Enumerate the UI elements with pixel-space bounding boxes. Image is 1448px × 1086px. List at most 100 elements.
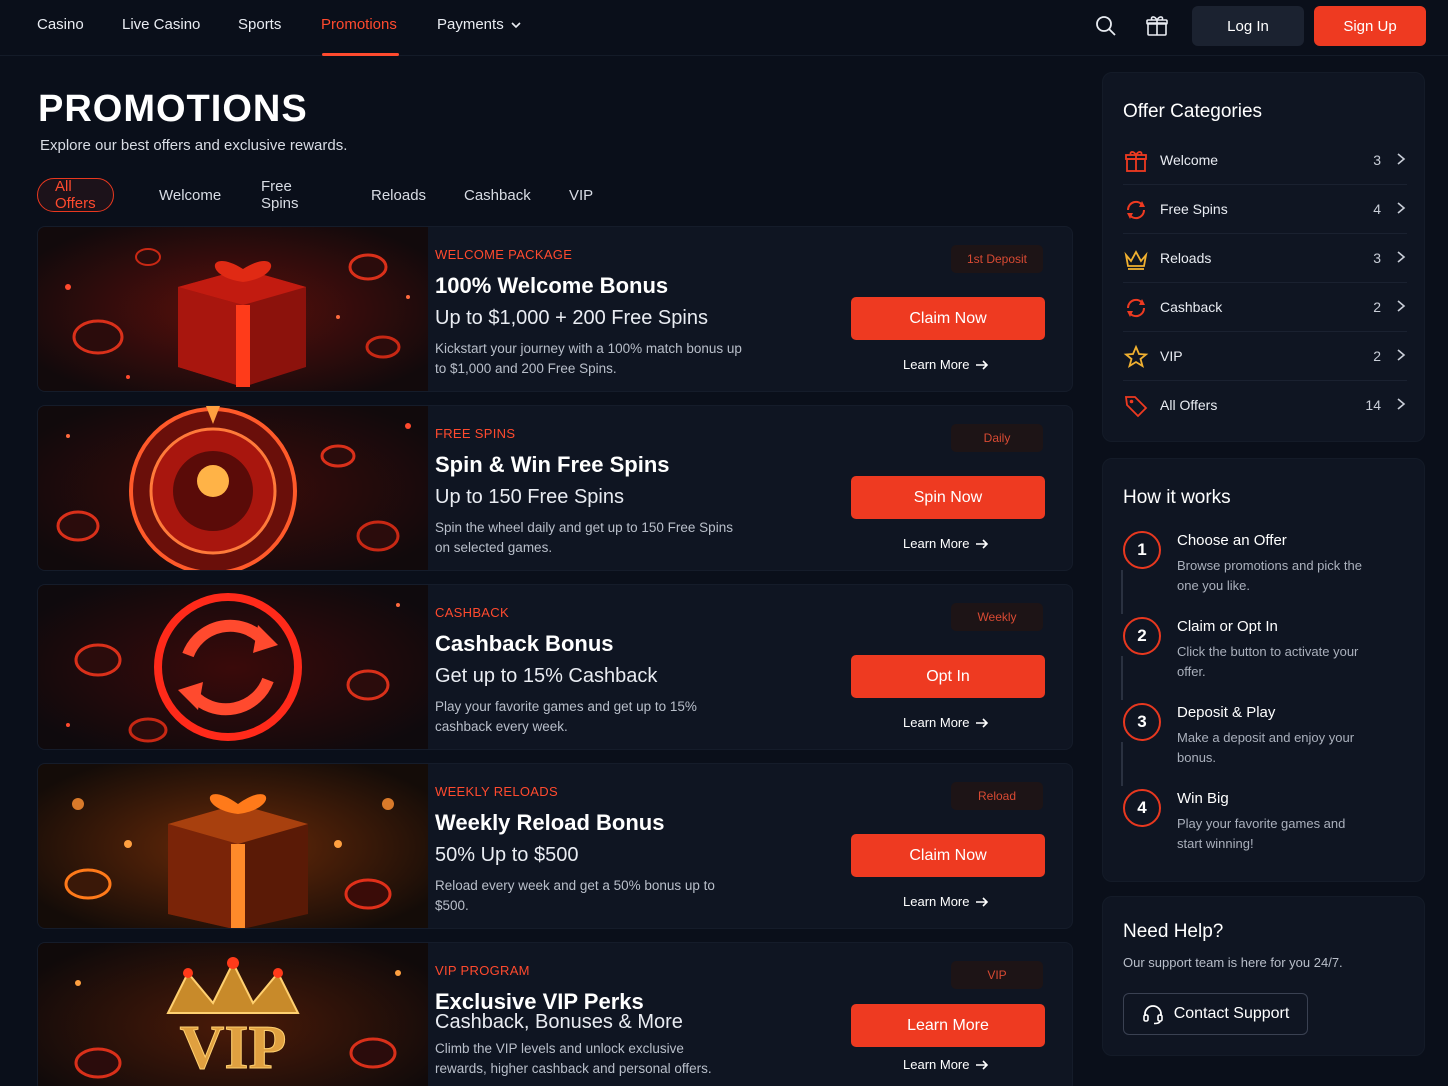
category-label: All Offers	[1160, 397, 1218, 413]
promo-description: Climb the VIP levels and unlock exclusiv…	[435, 1041, 712, 1076]
promo-image-gift-box	[38, 227, 428, 391]
learn-more-button[interactable]: Learn More	[851, 1004, 1045, 1047]
promo-title: Cashback Bonus	[435, 631, 614, 656]
contact-support-label: Contact Support	[1173, 1005, 1290, 1022]
promo-title: Spin & Win Free Spins	[435, 452, 670, 477]
learn-more-link[interactable]: Learn More	[903, 357, 989, 372]
promo-subtitle: Up to 150 Free Spins	[435, 486, 624, 508]
opt-in-button[interactable]: Opt In	[851, 655, 1045, 698]
svg-text:VIP: VIP	[180, 1014, 287, 1082]
signup-button[interactable]: Sign Up	[1314, 6, 1426, 46]
category-free-spins[interactable]: Free Spins 4	[1123, 185, 1407, 234]
nav-live-casino[interactable]: Live Casino	[122, 16, 200, 33]
tag-icon	[1124, 396, 1148, 418]
category-cashback[interactable]: Cashback 2	[1123, 283, 1407, 332]
learn-more-link[interactable]: Learn More	[903, 1057, 989, 1072]
arrow-right-icon	[976, 896, 989, 907]
step-title: Choose an Offer	[1177, 532, 1287, 549]
promo-badge: VIP	[951, 961, 1043, 989]
promo-badge: Weekly	[951, 603, 1043, 631]
promo-tag: FREE SPINS	[435, 426, 516, 441]
promo-title: 100% Welcome Bonus	[435, 273, 669, 298]
learn-more-label: Learn More	[903, 357, 970, 372]
promo-card-vip: VIP VIP PROGRAM Exclusive VIP Perks Cash…	[37, 942, 1073, 1086]
chevron-down-icon	[511, 21, 521, 28]
filter-cashback[interactable]: Cashback	[464, 178, 531, 212]
category-count: 2	[1373, 348, 1381, 364]
category-all-offers[interactable]: All Offers 14	[1123, 381, 1407, 430]
promo-image-cashback	[38, 585, 428, 749]
step-description: Browse promotions and pick the one you l…	[1177, 558, 1362, 593]
promo-card-free-spins: FREE SPINS Spin & Win Free Spins Up to 1…	[37, 405, 1073, 571]
promo-tag: WELCOME PACKAGE	[435, 247, 573, 262]
category-label: Cashback	[1160, 299, 1223, 315]
login-button[interactable]: Log In	[1192, 6, 1304, 46]
promo-card-reload: WEEKLY RELOADS Weekly Reload Bonus 50% U…	[37, 763, 1073, 929]
learn-more-label: Learn More	[903, 1057, 970, 1072]
learn-more-link[interactable]: Learn More	[903, 894, 989, 909]
category-label: Welcome	[1160, 152, 1219, 168]
gift-icon	[1125, 151, 1147, 172]
nav-payments[interactable]: Payments	[437, 16, 522, 33]
search-icon[interactable]	[1094, 14, 1118, 38]
filter-reloads[interactable]: Reloads	[371, 178, 426, 212]
how-it-works-panel: How it works 1 Choose an Offer Browse pr…	[1102, 458, 1425, 882]
help-title: Need Help?	[1123, 921, 1224, 942]
page-subtitle: Explore our best offers and exclusive re…	[40, 137, 348, 154]
promo-badge: 1st Deposit	[951, 245, 1043, 273]
how-it-works-title: How it works	[1123, 487, 1231, 508]
categories-title: Offer Categories	[1123, 101, 1263, 122]
chevron-right-icon	[1397, 251, 1406, 263]
offer-categories-panel: Offer Categories Welcome 3 Free Spins 4 …	[1102, 72, 1425, 442]
step-description: Click the button to activate your offer.	[1177, 644, 1359, 679]
filter-all-offers[interactable]: All Offers	[37, 178, 114, 212]
refresh-icon	[1126, 298, 1146, 318]
contact-support-button[interactable]: Contact Support	[1123, 993, 1308, 1035]
category-label: Reloads	[1160, 250, 1212, 266]
claim-now-button[interactable]: Claim Now	[851, 297, 1045, 340]
learn-more-link[interactable]: Learn More	[903, 715, 989, 730]
spin-now-button[interactable]: Spin Now	[851, 476, 1045, 519]
promo-description: Reload every week and get a 50% bonus up…	[435, 878, 715, 913]
category-count: 3	[1373, 250, 1381, 266]
promo-description: Spin the wheel daily and get up to 150 F…	[435, 520, 733, 555]
promo-image-gold-gift	[38, 764, 428, 928]
help-panel: Need Help? Our support team is here for …	[1102, 896, 1425, 1056]
arrow-right-icon	[976, 717, 989, 728]
step-number: 2	[1123, 617, 1161, 655]
filter-free-spins[interactable]: Free Spins	[261, 178, 299, 212]
promo-badge: Reload	[951, 782, 1043, 810]
step-description: Make a deposit and enjoy your bonus.	[1177, 730, 1355, 765]
step-connector	[1121, 656, 1123, 700]
category-vip[interactable]: VIP 2	[1123, 332, 1407, 381]
gift-icon[interactable]	[1145, 14, 1169, 38]
learn-more-label: Learn More	[903, 894, 970, 909]
learn-more-link[interactable]: Learn More	[903, 536, 989, 551]
promo-description: Play your favorite games and get up to 1…	[435, 699, 697, 734]
nav-sports[interactable]: Sports	[238, 16, 281, 33]
step-connector	[1121, 742, 1123, 786]
headset-icon	[1142, 1005, 1163, 1025]
chevron-right-icon	[1397, 398, 1406, 410]
filter-welcome[interactable]: Welcome	[159, 178, 221, 212]
promo-title: Weekly Reload Bonus	[435, 810, 665, 835]
nav-promotions[interactable]: Promotions	[321, 16, 397, 33]
step-title: Win Big	[1177, 790, 1229, 807]
promo-description: Kickstart your journey with a 100% match…	[435, 341, 742, 376]
category-reloads[interactable]: Reloads 3	[1123, 234, 1407, 283]
claim-now-button[interactable]: Claim Now	[851, 834, 1045, 877]
category-welcome[interactable]: Welcome 3	[1123, 136, 1407, 185]
promo-tag: CASHBACK	[435, 605, 509, 620]
step-number: 4	[1123, 789, 1161, 827]
step-title: Claim or Opt In	[1177, 618, 1278, 635]
chevron-right-icon	[1397, 202, 1406, 214]
nav-casino[interactable]: Casino	[37, 16, 84, 33]
category-count: 3	[1373, 152, 1381, 168]
learn-more-label: Learn More	[903, 715, 970, 730]
spin-icon	[1126, 200, 1146, 220]
step-number: 1	[1123, 531, 1161, 569]
filter-vip[interactable]: VIP	[569, 178, 593, 212]
chevron-right-icon	[1397, 349, 1406, 361]
promo-badge: Daily	[951, 424, 1043, 452]
category-label: Free Spins	[1160, 201, 1228, 217]
